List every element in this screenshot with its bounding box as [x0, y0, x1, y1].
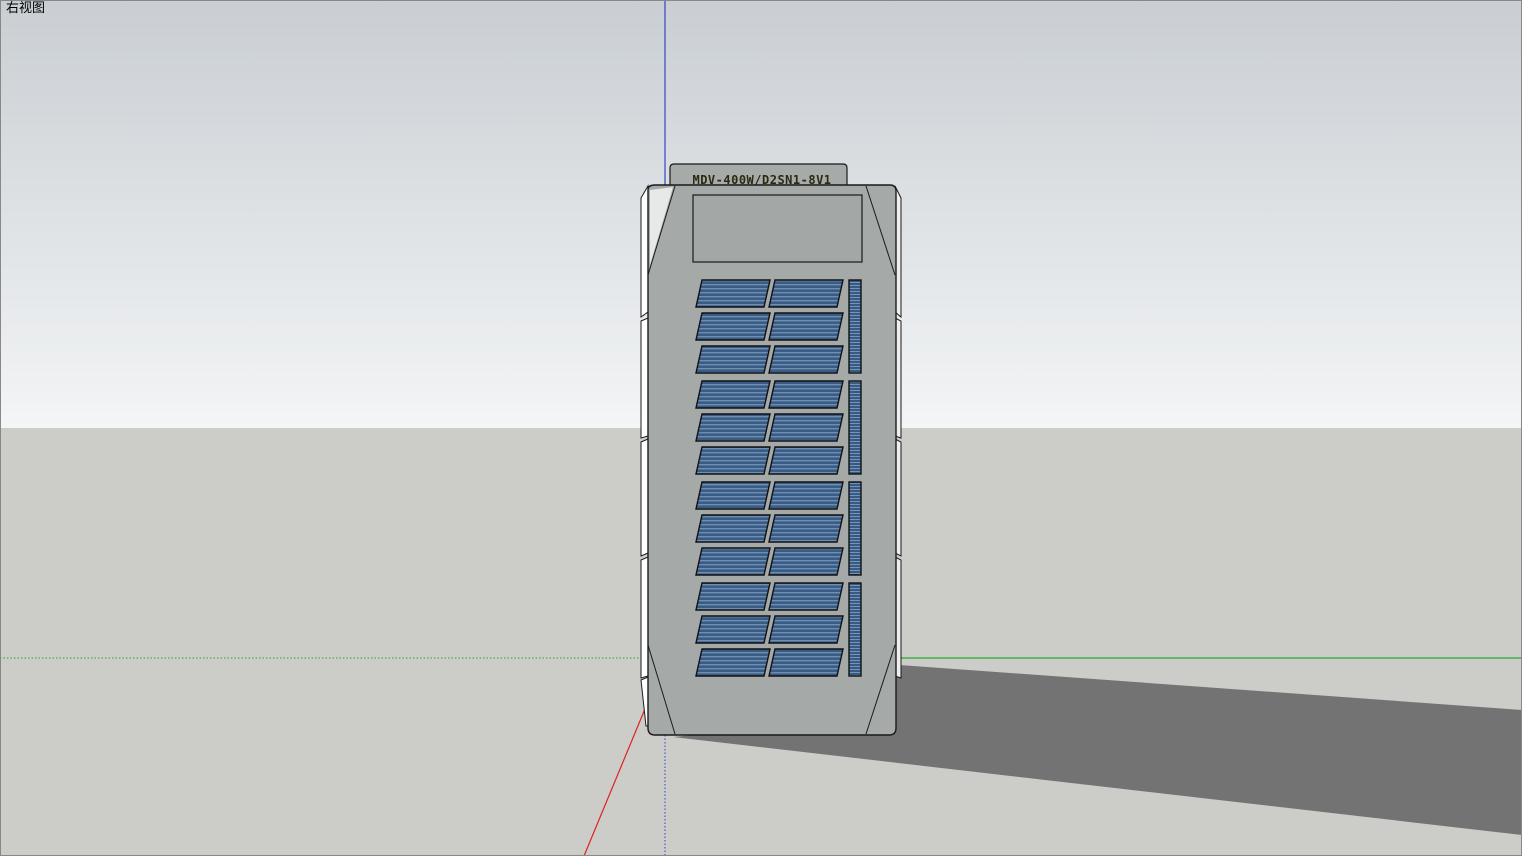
vent-slot [695, 312, 771, 341]
vent-slot [768, 380, 844, 409]
vent-slot [695, 413, 771, 442]
left-side-panels [640, 184, 649, 727]
vent-slot [695, 582, 771, 611]
vent-slot [768, 279, 844, 308]
display-window [692, 194, 863, 263]
vent-slot [768, 547, 844, 576]
vent-slot [695, 446, 771, 475]
vent-slot [768, 648, 844, 677]
vent-slot [768, 345, 844, 374]
vent-bar [848, 380, 862, 475]
vent-slot [768, 481, 844, 510]
vent-slot [695, 615, 771, 644]
vent-bar [848, 279, 862, 374]
vent-slot [695, 514, 771, 543]
vent-slot [768, 514, 844, 543]
vent-slot [695, 547, 771, 576]
vent-slot [768, 312, 844, 341]
scene-canvas[interactable]: MDV-400W/D2SN1-8V1 [0, 0, 1522, 856]
vent-slot [695, 648, 771, 677]
view-name-label: 右视图 [6, 1, 46, 16]
vent-slot [695, 380, 771, 409]
vent-slot [695, 481, 771, 510]
3d-viewport[interactable]: 右视图 MDV-400W/D2SN1-8V1 [0, 0, 1522, 856]
vent-slot [695, 345, 771, 374]
vent-slot [768, 615, 844, 644]
vent-slot [768, 582, 844, 611]
vent-bar [848, 582, 862, 677]
vent-slot [768, 413, 844, 442]
vent-slot [695, 279, 771, 308]
vent-slot [768, 446, 844, 475]
vent-bar [848, 481, 862, 576]
